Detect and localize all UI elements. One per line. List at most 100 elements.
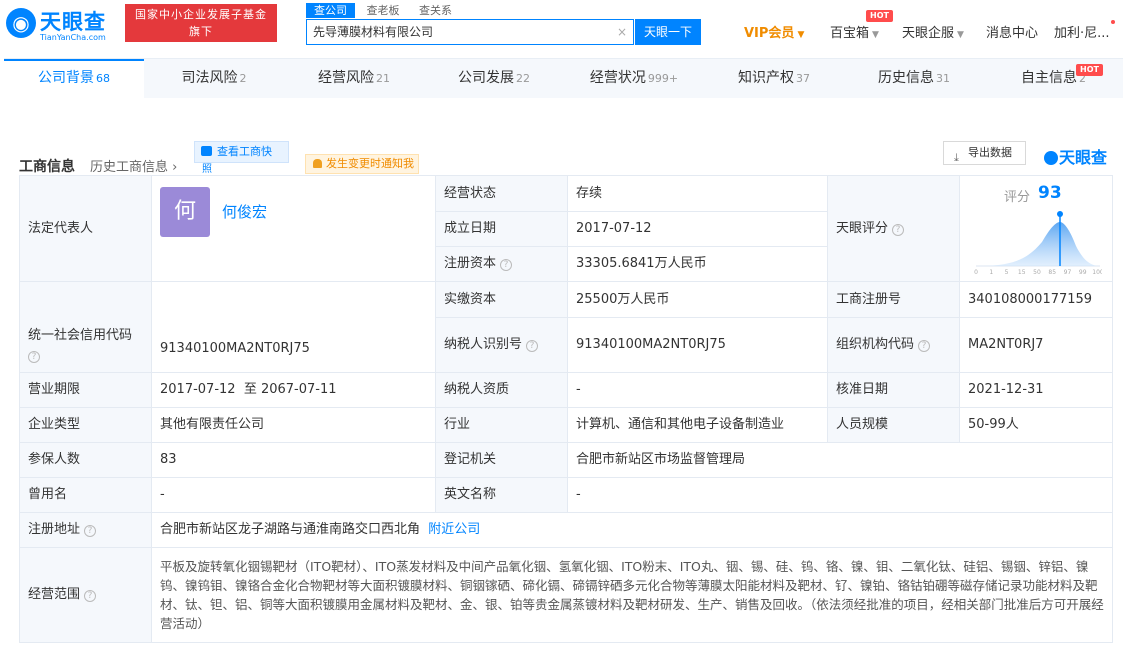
reg-capital-label: 注册资本 [444, 256, 497, 271]
org-code-value: MA2NT0RJ7 [959, 317, 1113, 373]
export-data-button[interactable]: ⤓ 导出数据 [943, 141, 1026, 165]
taxpayer-id-value: 91340100MA2NT0RJ75 [567, 317, 828, 373]
industry-value: 计算机、通信和其他电子设备制造业 [567, 407, 828, 443]
founded-value: 2017-07-12 [567, 211, 828, 247]
tab-label: 知识产权 [738, 70, 794, 86]
nav-enterprise-service-label: 天眼企服 [902, 26, 955, 41]
score-axis-tick: 50 [1033, 269, 1041, 276]
search-button[interactable]: 天眼一下 [635, 19, 701, 45]
help-icon[interactable]: ? [28, 351, 40, 363]
business-info-table: 法定代表人 何何俊宏 经营状态 存续 天眼评分? 成立日期 2017-07-12… [19, 175, 1113, 643]
hot-badge: HOT [866, 10, 893, 22]
search-tab-relation[interactable]: 查关系 [411, 3, 460, 18]
tab-business-risk[interactable]: 经营风险 21 [284, 59, 424, 99]
credit-code-value: 91340100MA2NT0RJ75 [151, 281, 436, 373]
unread-dot [1111, 20, 1115, 24]
chevron-down-icon: ▼ [957, 30, 964, 40]
score-marker-dot [1057, 211, 1063, 217]
credit-code-label-cell: 统一社会信用代码? [19, 281, 152, 373]
score-label-cell: 天眼评分? [827, 175, 960, 282]
address-label: 注册地址 [28, 522, 81, 537]
paid-capital-value: 25500万人民币 [567, 281, 828, 318]
taxpayer-id-label-cell: 纳税人识别号? [435, 317, 568, 373]
legal-rep-name[interactable]: 何俊宏 [222, 202, 267, 222]
term-value: 2017-07-12 至 2067-07-11 [151, 372, 436, 408]
score-axis-tick: 85 [1048, 269, 1056, 276]
score-axis-tick: 99 [1079, 269, 1087, 276]
insured-label: 参保人数 [19, 442, 152, 478]
tab-judicial-risk[interactable]: 司法风险 2 [144, 59, 284, 99]
tab-count: 999+ [647, 72, 679, 85]
clear-icon[interactable]: × [617, 20, 627, 44]
legal-rep-cell: 何何俊宏 [151, 175, 436, 282]
tab-label: 公司背景 [38, 70, 94, 86]
org-code-label: 组织机构代码 [836, 337, 915, 352]
tab-history[interactable]: 历史信息 31 [844, 59, 984, 99]
tab-count: 31 [936, 72, 950, 85]
score-label: 天眼评分 [836, 220, 889, 236]
search-input[interactable]: 先导薄膜材料有限公司 × [306, 19, 634, 45]
tab-ip[interactable]: 知识产权 37 [704, 59, 844, 99]
nav-user[interactable]: 加利·尼... [1054, 22, 1110, 41]
reg-capital-value: 33305.6841万人民币 [567, 246, 828, 282]
gov-badge-line2: 官方备案企业征信机构 [141, 42, 261, 55]
staff-value: 50-99人 [959, 407, 1113, 443]
tab-background[interactable]: 公司背景 68 [4, 59, 144, 99]
tab-label: 自主信息 [1021, 70, 1077, 86]
score-axis-tick: 15 [1018, 269, 1026, 276]
tab-label: 历史信息 [878, 70, 934, 86]
search-tab-company[interactable]: 查公司 [306, 3, 355, 18]
nav-toolbox[interactable]: 百宝箱 ▼ [830, 22, 879, 41]
notify-change-button[interactable]: 发生变更时通知我 [305, 154, 419, 174]
help-icon[interactable]: ? [892, 223, 905, 236]
type-label: 企业类型 [19, 407, 152, 443]
tab-label: 司法风险 [181, 70, 238, 86]
credit-code-label: 统一社会信用代码 [28, 328, 133, 343]
nav-toolbox-label: 百宝箱 [830, 26, 870, 41]
tab-operation[interactable]: 经营状况 999+ [564, 59, 704, 99]
score-value: 93 [1038, 183, 1062, 203]
tab-count: 68 [96, 72, 110, 85]
chevron-right-icon: › [172, 160, 178, 175]
nav-message-center[interactable]: 消息中心 [986, 22, 1038, 41]
tab-label: 经营状况 [589, 70, 646, 86]
authority-value: 合肥市新站区市场监督管理局 [567, 442, 1113, 478]
scope-value: 平板及旋转氧化铟锡靶材（ITO靶材）、ITO蒸发材料及中间产品氧化铟、氢氧化铟、… [151, 547, 1113, 643]
chevron-down-icon: ▼ [872, 30, 879, 40]
logo[interactable]: ◉ 天眼查 TianYanCha.com [6, 6, 120, 42]
taxpayer-qual-label: 纳税人资质 [435, 372, 568, 408]
approve-label: 核准日期 [827, 372, 960, 408]
former-name-value: - [151, 477, 436, 513]
help-icon[interactable]: ? [84, 525, 97, 537]
section-title: 工商信息 [19, 159, 75, 175]
bell-icon [313, 159, 322, 168]
tab-count: 21 [376, 72, 390, 85]
former-name-label: 曾用名 [19, 477, 152, 513]
authority-label: 登记机关 [435, 442, 568, 478]
founded-label: 成立日期 [435, 211, 568, 247]
type-value: 其他有限责任公司 [151, 407, 436, 443]
tab-count: 37 [796, 72, 810, 85]
logo-icon [1044, 151, 1058, 165]
tab-count: 22 [516, 72, 530, 85]
english-name-label: 英文名称 [435, 477, 568, 513]
help-icon[interactable]: ? [84, 590, 97, 602]
camera-icon [201, 146, 212, 156]
score-distribution-chart: 0 1 5 15 50 85 97 99 100 [974, 211, 1102, 276]
status-value: 存续 [567, 175, 828, 212]
paid-capital-label: 实缴资本 [435, 281, 568, 318]
status-label: 经营状态 [435, 175, 568, 212]
tab-label: 公司发展 [458, 70, 514, 86]
vip-menu[interactable]: VIP会员 ▼ [744, 22, 804, 41]
history-label: 历史工商信息 [90, 160, 169, 175]
search-tab-boss[interactable]: 查老板 [359, 3, 408, 18]
tab-development[interactable]: 公司发展 22 [424, 59, 564, 99]
history-business-link[interactable]: 历史工商信息 › [90, 156, 177, 175]
org-code-label-cell: 组织机构代码? [827, 317, 960, 373]
help-icon[interactable]: ? [526, 340, 539, 352]
nearby-companies-link[interactable]: 附近公司 [428, 522, 480, 537]
nav-enterprise-service[interactable]: 天眼企服 ▼ [902, 22, 964, 41]
snapshot-label: 查看工商快 [217, 145, 272, 158]
help-icon[interactable]: ? [918, 340, 931, 352]
help-icon[interactable]: ? [500, 259, 513, 271]
